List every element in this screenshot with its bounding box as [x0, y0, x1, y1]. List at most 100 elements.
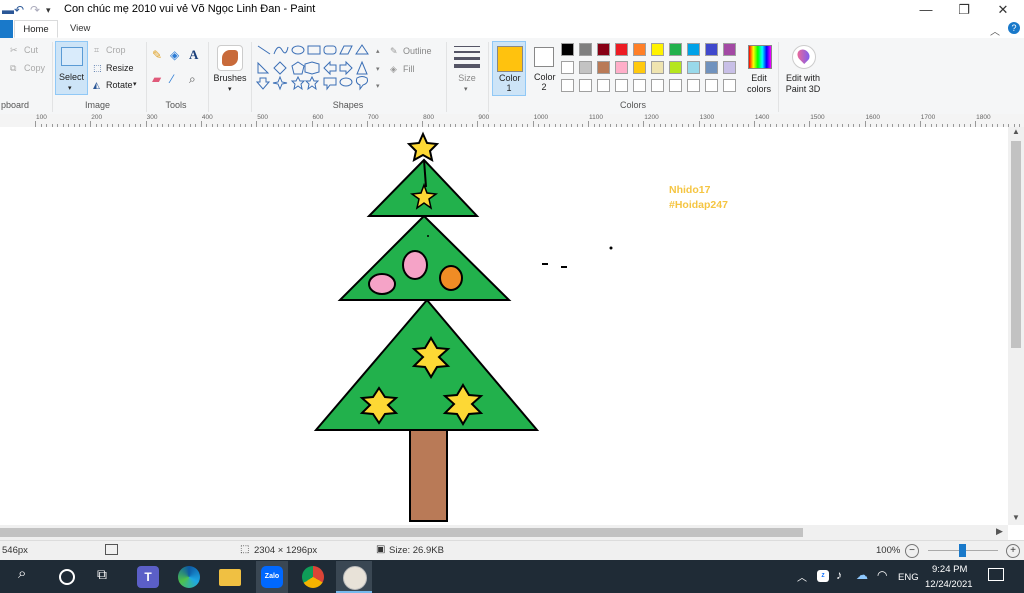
palette-swatch[interactable] [705, 43, 718, 56]
select-button[interactable]: Select ▾ [55, 41, 88, 95]
palette-swatch[interactable] [579, 79, 592, 92]
copy-button[interactable]: Copy [24, 63, 45, 73]
restore-button[interactable]: ❐ [954, 1, 974, 19]
show-hidden-icons-icon[interactable]: ︿ [797, 569, 807, 584]
palette-swatch[interactable] [561, 61, 574, 74]
zalo-icon[interactable]: Zalo [261, 566, 283, 588]
palette-swatch[interactable] [651, 61, 664, 74]
file-explorer-icon[interactable] [219, 569, 241, 586]
palette-swatch[interactable] [669, 79, 682, 92]
quick-access-dropdown-icon[interactable]: ▾ [46, 5, 51, 16]
color2-button[interactable]: Color 2 [528, 41, 560, 96]
zoom-out-button[interactable]: − [905, 544, 919, 558]
palette-swatch[interactable] [561, 79, 574, 92]
redo-icon[interactable]: ↷ [30, 3, 40, 17]
file-tab[interactable] [0, 20, 13, 38]
outline-button[interactable]: Outline [403, 46, 432, 56]
horizontal-scrollbar[interactable]: ▶ [0, 525, 1008, 540]
edit-colors-button[interactable]: Edit colors [744, 43, 774, 97]
zoom-in-button[interactable]: + [1006, 544, 1020, 558]
tab-home[interactable]: Home [14, 20, 58, 38]
text-tool-icon[interactable]: A [189, 47, 198, 63]
scroll-up-icon[interactable]: ▲ [1012, 127, 1020, 136]
task-view-icon[interactable]: ⧉ [97, 566, 107, 583]
palette-swatch[interactable] [651, 43, 664, 56]
fill-button[interactable]: Fill [403, 64, 415, 74]
palette-swatch[interactable] [615, 79, 628, 92]
help-icon[interactable]: ? [1008, 22, 1020, 34]
palette-swatch[interactable] [669, 61, 682, 74]
vertical-scroll-thumb[interactable] [1011, 141, 1021, 348]
palette-swatch[interactable] [723, 79, 736, 92]
magnifier-icon[interactable]: ⌕ [189, 72, 196, 87]
edit-with-paint3d-button[interactable]: Edit with Paint 3D [782, 43, 824, 97]
resize-button[interactable]: Resize [106, 63, 134, 73]
search-icon[interactable]: ⌕ [18, 565, 26, 582]
undo-icon[interactable]: ↶ [14, 3, 24, 17]
edge-icon[interactable] [178, 566, 200, 588]
cut-button[interactable]: Cut [24, 45, 38, 55]
paint-icon[interactable] [343, 566, 367, 590]
teams-icon[interactable]: T [137, 566, 159, 588]
vertical-scrollbar[interactable]: ▲ ▼ [1008, 127, 1024, 525]
crop-button[interactable]: Crop [106, 45, 126, 55]
zalo-tray-icon[interactable]: Z [817, 570, 829, 582]
palette-swatch[interactable] [669, 43, 682, 56]
language-indicator[interactable]: ENG [898, 572, 919, 583]
close-button[interactable]: ✕ [993, 1, 1013, 19]
zoom-slider-thumb[interactable] [959, 544, 966, 557]
color1-button[interactable]: Color 1 [492, 41, 526, 96]
color2-swatch [534, 47, 554, 67]
clock-date[interactable]: 12/24/2021 [925, 579, 973, 590]
horizontal-scroll-thumb[interactable] [0, 528, 803, 537]
palette-swatch[interactable] [615, 43, 628, 56]
brushes-button[interactable]: Brushes ▾ [213, 43, 247, 93]
palette-swatch[interactable] [615, 61, 628, 74]
shapes-gallery[interactable]: ▴ ▾ ▾ [256, 43, 386, 93]
palette-swatch[interactable] [687, 61, 700, 74]
color-picker-icon[interactable]: ⁄ [171, 72, 173, 86]
clock-time[interactable]: 9:24 PM [932, 564, 967, 575]
palette-swatch[interactable] [561, 43, 574, 56]
palette-swatch[interactable] [633, 61, 646, 74]
palette-swatch[interactable] [597, 61, 610, 74]
palette-swatch[interactable] [579, 43, 592, 56]
fill-bucket-icon[interactable]: ◈ [170, 48, 179, 62]
size-button[interactable]: Size ▾ [450, 43, 484, 93]
wifi-icon[interactable]: ◠ [877, 568, 887, 582]
volume-icon[interactable]: ♪ [836, 568, 842, 582]
rotate-button[interactable]: Rotate [106, 80, 133, 90]
cortana-icon[interactable] [59, 569, 75, 585]
palette-swatch[interactable] [705, 61, 718, 74]
palette-swatch[interactable] [633, 79, 646, 92]
palette-swatch[interactable] [597, 43, 610, 56]
select-dropdown-icon: ▾ [68, 85, 72, 92]
palette-swatch[interactable] [687, 43, 700, 56]
palette-swatch[interactable] [705, 79, 718, 92]
file-size: Size: 26.9KB [389, 545, 444, 556]
palette-swatch[interactable] [633, 43, 646, 56]
tab-view[interactable]: View [70, 23, 90, 34]
palette-swatch[interactable] [651, 79, 664, 92]
collapse-ribbon-icon[interactable]: ︿ [990, 23, 1000, 38]
eraser-icon[interactable]: ▰ [152, 72, 161, 86]
save-icon[interactable]: ▬ [2, 3, 14, 17]
palette-swatch[interactable] [687, 79, 700, 92]
notification-center-icon[interactable] [988, 568, 1004, 581]
chrome-icon[interactable] [302, 566, 324, 588]
pencil-icon[interactable]: ✎ [152, 48, 162, 62]
rotate-dropdown-icon[interactable]: ▾ [133, 80, 137, 88]
onedrive-icon[interactable]: ☁ [856, 568, 868, 582]
palette-swatch[interactable] [723, 61, 736, 74]
palette-swatch[interactable] [597, 79, 610, 92]
scroll-right-icon[interactable]: ▶ [996, 526, 1003, 537]
ruler-tick-label: 300 [146, 114, 158, 121]
palette-swatch[interactable] [723, 43, 736, 56]
palette-swatch[interactable] [579, 61, 592, 74]
copy-icon: ⧉ [10, 63, 17, 73]
minimize-button[interactable]: — [916, 1, 936, 19]
color-palette [561, 43, 745, 97]
scroll-down-icon[interactable]: ▼ [1012, 513, 1020, 522]
size-label: Size [458, 73, 476, 83]
drawing-canvas[interactable]: Nhido17 #Hoidap247 [0, 127, 1008, 525]
